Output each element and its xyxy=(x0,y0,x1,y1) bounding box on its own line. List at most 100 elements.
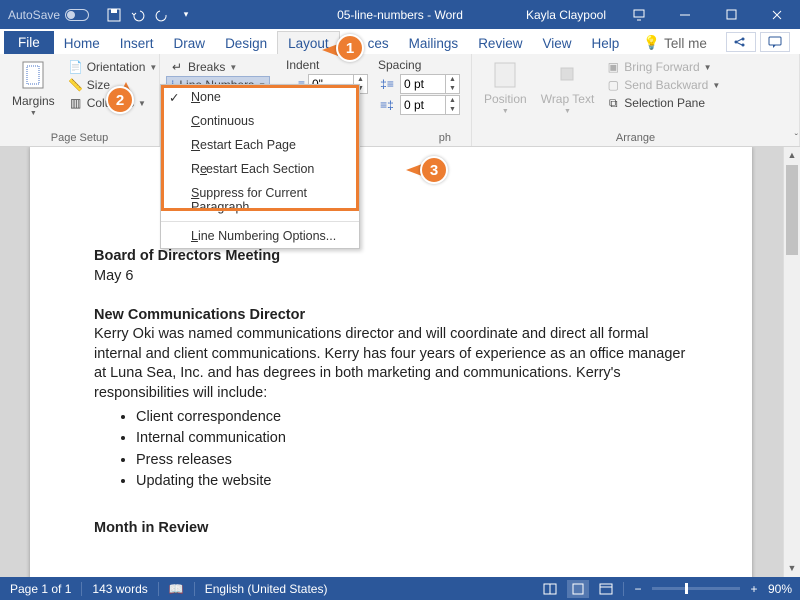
tab-view[interactable]: View xyxy=(532,32,581,54)
save-icon[interactable] xyxy=(103,4,125,26)
user-name[interactable]: Kayla Claypool xyxy=(516,8,616,22)
document-title: 05-line-numbers - Word xyxy=(337,8,463,22)
redo-icon[interactable] xyxy=(151,4,173,26)
space-before-icon: ‡≡ xyxy=(378,77,396,91)
menu-options-label: ine Numbering Options... xyxy=(198,229,336,243)
size-label: Size xyxy=(87,78,110,92)
menu-item-continuous[interactable]: Continuous xyxy=(161,109,359,133)
close-icon[interactable] xyxy=(754,0,800,29)
bring-forward-icon: ▣ xyxy=(606,60,620,74)
tell-me-search[interactable]: 💡 Tell me xyxy=(633,31,717,54)
zoom-in-button[interactable]: + xyxy=(746,582,762,596)
doc-paragraph: Kerry Oki was named communications direc… xyxy=(94,326,685,401)
doc-bullet-list: Client correspondence Internal communica… xyxy=(136,408,688,492)
vertical-scrollbar[interactable]: ▲ ▼ xyxy=(783,147,800,577)
line-numbers-dropdown: ✓None Continuous Restart Each Page Reest… xyxy=(160,84,360,249)
doc-heading-3: Month in Review xyxy=(94,520,208,536)
menu-suppress-label: uppress for Current Paragraph xyxy=(191,186,307,214)
doc-heading-2: New Communications Director xyxy=(94,307,305,323)
list-item: Client correspondence xyxy=(136,408,688,428)
qat-customize-icon[interactable]: ▾ xyxy=(175,4,197,26)
menu-item-none[interactable]: ✓None xyxy=(161,85,359,109)
tab-design[interactable]: Design xyxy=(215,32,277,54)
autosave-label: AutoSave xyxy=(8,8,60,22)
web-layout-icon[interactable] xyxy=(595,580,617,598)
tab-draw[interactable]: Draw xyxy=(164,32,216,54)
margins-button[interactable]: Margins ▼ xyxy=(6,58,61,128)
tab-insert[interactable]: Insert xyxy=(110,32,164,54)
lightbulb-icon: 💡 xyxy=(643,35,660,51)
callout-3: 3 xyxy=(420,156,448,184)
word-count[interactable]: 143 words xyxy=(82,582,157,596)
menu-restart-section-label: estart Each Section xyxy=(206,162,314,176)
list-item: Press releases xyxy=(136,451,688,471)
space-after-icon: ≡‡ xyxy=(378,98,396,112)
doc-heading-1: Board of Directors Meeting xyxy=(94,248,280,264)
menu-item-restart-page[interactable]: Restart Each Page xyxy=(161,133,359,157)
wrap-text-button: Wrap Text▼ xyxy=(535,58,601,128)
space-before-input[interactable]: ▲▼ xyxy=(400,74,460,94)
breaks-button[interactable]: ↵Breaks▼ xyxy=(166,58,270,76)
space-after-input[interactable]: ▲▼ xyxy=(400,95,460,115)
print-layout-icon[interactable] xyxy=(567,580,589,598)
menu-separator xyxy=(161,221,359,222)
toggle-off-icon xyxy=(65,9,89,21)
maximize-icon[interactable] xyxy=(708,0,754,29)
menu-item-suppress[interactable]: Suppress for Current Paragraph xyxy=(161,181,359,219)
zoom-level[interactable]: 90% xyxy=(768,582,792,596)
check-icon: ✓ xyxy=(169,90,179,105)
tab-file[interactable]: File xyxy=(4,31,54,54)
tab-help[interactable]: Help xyxy=(581,32,629,54)
book-icon: 📖 xyxy=(169,582,184,596)
doc-date: May 6 xyxy=(94,268,134,284)
callout-2: 2 xyxy=(106,86,134,114)
menu-restart-page-label: estart Each Page xyxy=(200,138,296,152)
tab-home[interactable]: Home xyxy=(54,32,110,54)
menu-item-options[interactable]: Line Numbering Options... xyxy=(161,224,359,248)
title-bar: AutoSave ▾ 05-line-numbers - Word Kayla … xyxy=(0,0,800,29)
send-backward-icon: ▢ xyxy=(606,78,620,92)
undo-icon[interactable] xyxy=(127,4,149,26)
position-button: Position▼ xyxy=(478,58,533,128)
size-icon: 📏 xyxy=(69,78,83,92)
tell-me-label: Tell me xyxy=(664,36,707,51)
orientation-button[interactable]: 📄Orientation▼ xyxy=(65,58,162,76)
spell-check-button[interactable]: 📖 xyxy=(159,582,194,596)
paragraph-group-label: ph xyxy=(378,130,465,144)
document-page[interactable]: Board of Directors Meeting May 6 New Com… xyxy=(30,147,752,577)
language-indicator[interactable]: English (United States) xyxy=(195,582,338,596)
wrap-label: Wrap Text xyxy=(541,92,595,106)
read-mode-icon[interactable] xyxy=(539,580,561,598)
menu-none-label: one xyxy=(200,90,221,104)
zoom-slider[interactable] xyxy=(652,587,740,590)
send-backward-label: Send Backward xyxy=(624,78,708,92)
tab-review[interactable]: Review xyxy=(468,32,532,54)
collapse-ribbon-icon[interactable]: ˇ xyxy=(795,133,798,144)
minimize-icon[interactable] xyxy=(662,0,708,29)
group-spacing: Spacing ‡≡ ▲▼ ≡‡ ▲▼ ph xyxy=(372,54,472,146)
status-bar: Page 1 of 1 143 words 📖 English (United … xyxy=(0,577,800,600)
group-page-setup: Margins ▼ 📄Orientation▼ 📏Size ▥Columns▼ … xyxy=(0,54,160,146)
share-button[interactable] xyxy=(726,32,756,52)
tab-mailings[interactable]: Mailings xyxy=(399,32,469,54)
comments-button[interactable] xyxy=(760,32,790,52)
ribbon-options-icon[interactable] xyxy=(616,0,662,29)
ribbon-tabs: File Home Insert Draw Design Layout ces … xyxy=(0,29,800,54)
zoom-out-button[interactable]: − xyxy=(630,582,646,596)
margins-label: Margins xyxy=(12,94,55,108)
autosave-toggle[interactable]: AutoSave xyxy=(0,8,97,22)
selection-pane-button[interactable]: ⧉Selection Pane xyxy=(602,94,724,112)
page-indicator[interactable]: Page 1 of 1 xyxy=(0,582,81,596)
scrollbar-thumb[interactable] xyxy=(786,165,798,255)
menu-item-restart-section[interactable]: Reestart Each Section xyxy=(161,157,359,181)
quick-access-toolbar: ▾ xyxy=(97,4,203,26)
scroll-down-icon[interactable]: ▼ xyxy=(784,560,800,577)
spacing-header: Spacing xyxy=(378,58,465,72)
page-setup-group-label: Page Setup xyxy=(6,130,153,144)
breaks-label: Breaks xyxy=(188,60,225,74)
list-item: Internal communication xyxy=(136,429,688,449)
selection-pane-label: Selection Pane xyxy=(624,96,705,110)
send-backward-button: ▢Send Backward▼ xyxy=(602,76,724,94)
orientation-icon: 📄 xyxy=(69,60,83,74)
scroll-up-icon[interactable]: ▲ xyxy=(784,147,800,164)
